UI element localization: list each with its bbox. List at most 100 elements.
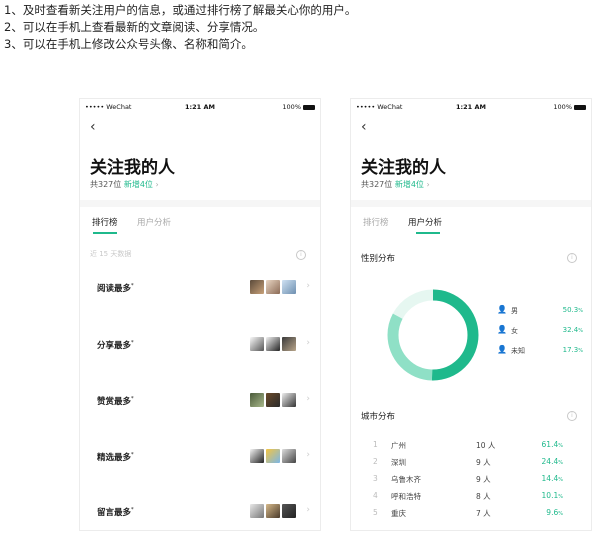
intro-line-2: 2、可以在手机上查看最新的文章阅读、分享情况。 [4, 20, 265, 34]
city-percent: 61.4% [541, 440, 563, 449]
intro-line-1: 1、及时查看新关注用户的信息，或通过排行榜了解最关心你的用户。 [4, 3, 357, 17]
ranking-label: 留言最多* [97, 507, 134, 518]
avatar-group [250, 449, 296, 463]
battery-label: 100% [553, 103, 572, 111]
city-percent: 10.1% [541, 491, 563, 500]
page-title: 关注我的人 [361, 158, 446, 178]
chevron-right-icon: › [306, 338, 310, 348]
chevron-right-icon: › [426, 180, 430, 189]
city-count: 8 人 [476, 492, 491, 501]
gender-legend-unknown: 👤 未知 17.3% [497, 345, 587, 357]
city-name: 深圳 [391, 458, 406, 467]
avatar-group [250, 337, 296, 351]
chevron-right-icon: › [306, 394, 310, 404]
tab-ranking[interactable]: 排行榜 [363, 216, 389, 228]
page-header: ‹ 关注我的人 共327位 新增4位 › [351, 115, 591, 200]
city-count: 9 人 [476, 475, 491, 484]
avatar [282, 393, 296, 407]
gender-legend-female: 👤 女 32.4% [497, 325, 587, 337]
avatar [250, 280, 264, 294]
battery-indicator: 100% [553, 103, 586, 111]
tab-bar: 排行榜 用户分析 [80, 207, 320, 237]
legend-label: 女 [511, 327, 518, 335]
back-arrow-icon[interactable]: ‹ [90, 119, 96, 135]
tab-ranking[interactable]: 排行榜 [92, 216, 118, 228]
analysis-card: 排行榜 用户分析 性别分布 i 👤 男 50.3% 👤 女 32.4% 👤 未知… [351, 207, 591, 530]
ranking-row-comment[interactable]: 留言最多* › [80, 502, 320, 522]
avatar [282, 449, 296, 463]
ranking-card: 排行榜 用户分析 近 15 天数据 i 阅读最多* › 分享最多* › 赞赏最多… [80, 207, 320, 530]
city-row: 1 广州 10 人 61.4% [351, 439, 591, 453]
avatar [250, 393, 264, 407]
city-count: 10 人 [476, 441, 496, 450]
city-rank: 5 [373, 508, 378, 517]
status-bar: ••••• WeChat 1:21 AM 100% [351, 99, 591, 115]
active-tab-indicator [93, 232, 117, 234]
avatar [282, 280, 296, 294]
follower-summary: 共327位 新增4位 › [90, 179, 159, 190]
follower-total: 共327位 [361, 180, 393, 189]
tab-bar: 排行榜 用户分析 [351, 207, 591, 237]
female-user-icon: 👤 [497, 325, 507, 334]
avatar-group [250, 393, 296, 407]
city-percent: 14.4% [541, 474, 563, 483]
legend-percent: 17.3% [562, 346, 583, 354]
active-tab-indicator [416, 232, 440, 234]
city-row: 4 呼和浩特 8 人 10.1% [351, 490, 591, 504]
ranking-row-share[interactable]: 分享最多* › [80, 335, 320, 355]
avatar [266, 280, 280, 294]
battery-indicator: 100% [282, 103, 315, 111]
avatar [266, 504, 280, 518]
avatar [266, 449, 280, 463]
ranking-label: 分享最多* [97, 340, 134, 351]
phone-analysis-screen: ••••• WeChat 1:21 AM 100% ‹ 关注我的人 共327位 … [351, 99, 591, 530]
unknown-user-icon: 👤 [497, 345, 507, 354]
page-title: 关注我的人 [90, 158, 175, 178]
info-icon[interactable]: i [567, 253, 577, 263]
ranking-row-read[interactable]: 阅读最多* › [80, 278, 320, 298]
gender-section-title: 性别分布 [361, 254, 396, 264]
avatar [250, 337, 264, 351]
legend-label: 未知 [511, 347, 525, 355]
tab-user-analysis[interactable]: 用户分析 [408, 216, 442, 228]
gender-donut-chart [387, 289, 479, 381]
follower-total: 共327位 [90, 180, 122, 189]
intro-line-3: 3、可以在手机上修改公众号头像、名称和简介。 [4, 37, 253, 51]
new-followers-link[interactable]: 新增4位 [124, 180, 153, 189]
phone-ranking-screen: ••••• WeChat 1:21 AM 100% ‹ 关注我的人 共327位 … [80, 99, 320, 530]
avatar [266, 337, 280, 351]
legend-percent: 50.3% [562, 306, 583, 314]
city-name: 广州 [391, 441, 406, 450]
city-count: 7 人 [476, 509, 491, 518]
avatar-group [250, 280, 296, 294]
city-row: 3 乌鲁木齐 9 人 14.4% [351, 473, 591, 487]
info-icon[interactable]: i [296, 250, 306, 260]
gender-legend-male: 👤 男 50.3% [497, 305, 587, 317]
city-row: 5 重庆 7 人 9.6% [351, 507, 591, 521]
ranking-row-featured[interactable]: 精选最多* › [80, 447, 320, 467]
avatar [250, 449, 264, 463]
follower-summary: 共327位 新增4位 › [361, 179, 430, 190]
ranking-label: 阅读最多* [97, 283, 134, 294]
city-rank: 4 [373, 491, 378, 500]
city-percent: 24.4% [541, 457, 563, 466]
ranking-label: 赞赏最多* [97, 396, 134, 407]
tab-user-analysis[interactable]: 用户分析 [137, 216, 171, 228]
city-name: 重庆 [391, 509, 406, 518]
avatar-group [250, 504, 296, 518]
ranking-row-reward[interactable]: 赞赏最多* › [80, 391, 320, 411]
page-header: ‹ 关注我的人 共327位 新增4位 › [80, 115, 320, 200]
battery-icon [574, 104, 586, 110]
back-arrow-icon[interactable]: ‹ [361, 119, 367, 135]
info-icon[interactable]: i [567, 411, 577, 421]
legend-percent: 32.4% [562, 326, 583, 334]
chevron-right-icon: › [306, 505, 310, 515]
ranking-label: 精选最多* [97, 452, 134, 463]
avatar [282, 504, 296, 518]
legend-label: 男 [511, 307, 518, 315]
city-percent: 9.6% [546, 508, 563, 517]
city-row: 2 深圳 9 人 24.4% [351, 456, 591, 470]
battery-label: 100% [282, 103, 301, 111]
battery-icon [303, 104, 315, 110]
new-followers-link[interactable]: 新增4位 [395, 180, 424, 189]
